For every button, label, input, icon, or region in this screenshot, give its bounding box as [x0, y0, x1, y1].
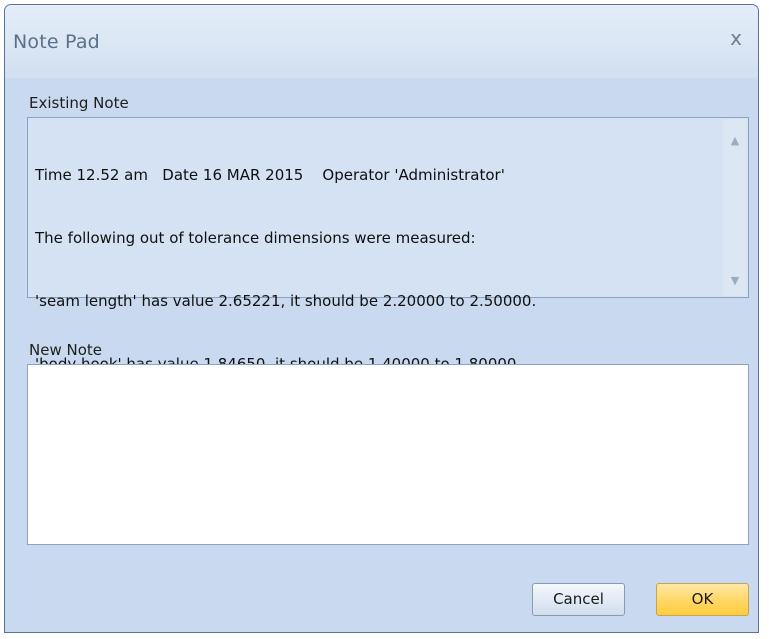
existing-note-line: Time 12.52 am Date 16 MAR 2015 Operator …	[35, 166, 505, 184]
title-bar[interactable]: Note Pad x	[5, 5, 758, 78]
cancel-button[interactable]: Cancel	[532, 583, 625, 616]
vertical-scrollbar[interactable]: ▲ ▼	[723, 119, 747, 296]
close-icon: x	[730, 26, 742, 50]
new-note-label: New Note	[29, 341, 102, 359]
new-note-box	[27, 364, 749, 545]
existing-note-label: Existing Note	[29, 94, 129, 112]
existing-note-box[interactable]: Time 12.52 am Date 16 MAR 2015 Operator …	[27, 117, 749, 373]
existing-note-line: 'seam length' has value 2.65221, it shou…	[35, 292, 537, 310]
scroll-up-arrow-icon[interactable]: ▲	[723, 129, 747, 153]
existing-note-line: The following out of tolerance dimension…	[35, 229, 476, 247]
new-note-input[interactable]	[28, 365, 748, 544]
close-button[interactable]: x	[723, 25, 749, 51]
scroll-down-arrow-icon[interactable]: ▼	[723, 269, 747, 293]
ok-button[interactable]: OK	[656, 583, 749, 616]
window-title: Note Pad	[13, 31, 100, 53]
